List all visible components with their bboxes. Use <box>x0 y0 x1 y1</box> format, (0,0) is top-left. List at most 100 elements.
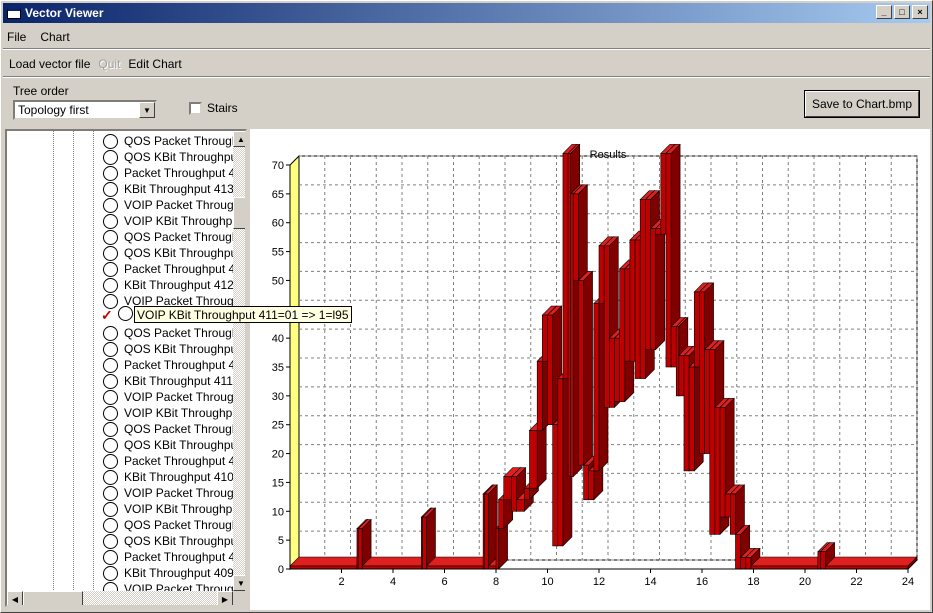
tree-item[interactable]: VOIP Packet Through <box>103 485 240 501</box>
bar <box>536 360 543 431</box>
tree-item-label: Packet Throughput 41 <box>124 262 242 276</box>
close-button[interactable]: × <box>912 5 928 19</box>
tree-item[interactable]: KBit Throughput 412= <box>103 277 241 293</box>
tree-item-radio[interactable] <box>103 261 118 277</box>
tree-item-label: Packet Throughput 40 <box>124 550 242 564</box>
tree-item[interactable]: QOS Packet Throughput <box>103 421 245 437</box>
tree-item-radio[interactable] <box>103 405 118 421</box>
tree-order-value: Topology first <box>18 103 89 117</box>
scroll-right-icon[interactable]: ▶ <box>217 591 233 605</box>
tree-item[interactable]: QOS Packet Throughput <box>103 229 247 245</box>
tree-item[interactable]: QOS KBit Throughput <box>103 437 241 453</box>
tree-item-radio[interactable] <box>103 245 118 261</box>
tree-item[interactable]: VOIP Packet Through <box>103 197 240 213</box>
radio-selected[interactable] <box>118 306 133 321</box>
chart-panel: 0510152025303540455055606570246810121416… <box>250 129 930 610</box>
tree-item[interactable]: Packet Throughput 40 <box>103 549 242 565</box>
bar <box>570 193 574 477</box>
tree-item-radio[interactable] <box>103 197 118 213</box>
tree-item-radio[interactable] <box>103 501 118 517</box>
tree-order-select[interactable]: Topology first ▼ <box>13 100 157 120</box>
y-tick-label: 65 <box>272 189 284 201</box>
tree-item[interactable]: Packet Throughput 41 <box>103 357 242 373</box>
tree-item-radio[interactable] <box>103 181 118 197</box>
chevron-down-icon[interactable]: ▼ <box>139 102 155 118</box>
tree-item-label: KBit Throughput 412= <box>124 278 241 292</box>
vector-tree[interactable]: QOS Packet Throughput QOS KBit Throughput… <box>5 129 247 607</box>
bar <box>655 228 662 235</box>
tree-item-radio[interactable] <box>103 357 118 373</box>
y-tick-label: 40 <box>272 333 284 345</box>
checkmark-icon[interactable]: ✓ <box>101 307 113 324</box>
tree-item[interactable]: KBit Throughput 411= <box>103 373 240 389</box>
tree-item-radio[interactable] <box>103 277 118 293</box>
tree-item[interactable]: VOIP KBit Throughput <box>103 501 242 517</box>
y-tick-label: 55 <box>272 247 284 259</box>
tree-item-radio[interactable] <box>103 469 118 485</box>
tree-item[interactable]: VOIP Packet Through <box>103 389 240 405</box>
y-tick-label: 20 <box>272 449 284 461</box>
tree-item-radio[interactable] <box>103 485 118 501</box>
tree-item[interactable]: Packet Throughput 41 <box>103 165 242 181</box>
scroll-left-icon[interactable]: ◀ <box>7 591 23 605</box>
chart-left-wall <box>289 154 300 571</box>
tree-item-radio[interactable] <box>103 421 118 437</box>
tree-item-radio[interactable] <box>103 437 118 453</box>
toolbar-separator <box>3 76 930 78</box>
tree-item-radio[interactable] <box>103 517 118 533</box>
tree-item-label: QOS KBit Throughput <box>124 246 241 260</box>
tree-item-radio[interactable] <box>103 373 118 389</box>
scroll-thumb[interactable] <box>233 197 245 229</box>
tree-item-radio[interactable] <box>103 149 118 165</box>
scroll-thumb-horizontal[interactable] <box>23 591 83 605</box>
tree-horizontal-scrollbar[interactable]: ◀ ▶ <box>7 591 233 605</box>
tree-item-radio[interactable] <box>103 165 118 181</box>
tree-item-radio[interactable] <box>103 389 118 405</box>
tree-item[interactable]: QOS KBit Throughput <box>103 245 241 261</box>
tree-item[interactable]: QOS KBit Throughput <box>103 533 241 549</box>
tree-item[interactable]: VOIP KBit Throughput <box>103 405 242 421</box>
x-tick-label: 4 <box>390 576 396 588</box>
y-tick-label: 30 <box>272 391 284 403</box>
tree-item[interactable]: VOIP KBit Throughput <box>103 213 242 229</box>
tree-item-radio[interactable] <box>103 549 118 565</box>
tree-item[interactable]: QOS KBit Throughput <box>103 149 241 165</box>
menu-chart[interactable]: Chart <box>38 29 71 47</box>
tree-item[interactable]: QOS Packet Throughput <box>103 325 245 341</box>
tree-item[interactable]: QOS Packet Throughput <box>103 133 245 149</box>
stairs-label: Stairs <box>207 101 238 115</box>
bar <box>683 355 690 472</box>
maximize-button[interactable]: □ <box>894 5 910 19</box>
stairs-checkbox[interactable] <box>189 102 202 115</box>
scroll-corner <box>233 591 245 605</box>
tree-item[interactable]: KBit Throughput 413= <box>103 181 241 197</box>
bar <box>670 326 677 368</box>
results-chart: 0510152025303540455055606570246810121416… <box>272 143 919 588</box>
save-chart-button[interactable]: Save to Chart.bmp <box>804 90 920 118</box>
scroll-up-icon[interactable]: ▲ <box>233 131 245 147</box>
tree-vertical-scrollbar[interactable]: ▲ ▼ <box>233 131 245 591</box>
tree-item[interactable]: QOS Packet Throughput <box>103 517 245 533</box>
tree-item-radio[interactable] <box>103 565 118 581</box>
tree-item[interactable]: KBit Throughput 410= <box>103 469 241 485</box>
tree-item[interactable]: QOS KBit Throughput <box>103 341 241 357</box>
bar <box>719 407 726 518</box>
tree-item-radio[interactable] <box>103 325 118 341</box>
load-vector-file-button[interactable]: Load vector file <box>7 56 92 74</box>
x-tick-label: 16 <box>696 576 708 588</box>
tree-item-radio[interactable] <box>103 341 118 357</box>
tree-item[interactable]: Packet Throughput 41 <box>103 261 242 277</box>
scroll-down-icon[interactable]: ▼ <box>233 575 245 591</box>
tree-item[interactable]: Packet Throughput 41 <box>103 453 242 469</box>
edit-chart-button[interactable]: Edit Chart <box>126 56 183 74</box>
menu-file[interactable]: File <box>5 29 28 47</box>
tree-item-radio[interactable] <box>103 213 118 229</box>
minimize-button[interactable]: _ <box>876 5 892 19</box>
tree-item-radio[interactable] <box>103 133 118 149</box>
tree-item-radio[interactable] <box>103 453 118 469</box>
tree-item-radio[interactable] <box>103 533 118 549</box>
tree-item-radio[interactable] <box>103 229 118 245</box>
tree-item[interactable]: KBit Throughput 409= <box>103 565 241 581</box>
tree-item-label: QOS Packet Throughput <box>124 230 247 244</box>
x-tick-label: 8 <box>493 576 499 588</box>
